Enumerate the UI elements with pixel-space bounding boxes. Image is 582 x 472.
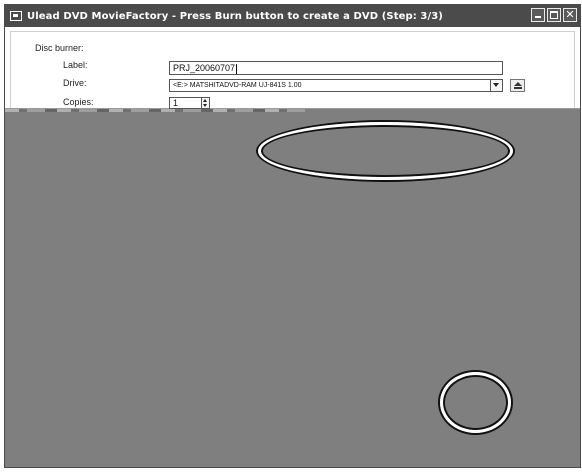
disc-burner-panel: Disc burner: Label: PRJ_20060707 Drive: … [5, 27, 580, 109]
spin-buttons[interactable] [201, 98, 209, 108]
window-controls: ✕ [531, 8, 577, 22]
minimize-icon[interactable] [531, 8, 545, 22]
window-title: Ulead DVD MovieFactory - Press Burn butt… [27, 10, 443, 22]
spin-down-icon[interactable] [203, 104, 207, 107]
dvd-app-icon [10, 11, 22, 21]
title-bar[interactable]: Ulead DVD MovieFactory - Press Burn butt… [5, 5, 580, 27]
drive-dropdown[interactable]: <E:> MATSHITADVD-RAM UJ-841S 1.00 [169, 79, 503, 92]
close-icon[interactable]: ✕ [563, 8, 577, 22]
spin-up-icon[interactable] [203, 99, 207, 102]
copies-value: 1 [173, 98, 179, 108]
text-caret [236, 63, 238, 74]
eject-icon[interactable] [510, 79, 525, 92]
highlight-ellipse-large [258, 122, 513, 180]
disc-label-input[interactable]: PRJ_20060707 [169, 61, 503, 75]
highlight-ellipse-small [440, 372, 511, 433]
copies-caption: Copies: [63, 97, 94, 107]
disc-label-value: PRJ_20060707 [173, 63, 236, 73]
drive-caption: Drive: [63, 78, 87, 88]
disc-burner-heading: Disc burner: [35, 43, 84, 53]
label-caption: Label: [63, 60, 88, 70]
drive-selected-value: <E:> MATSHITADVD-RAM UJ-841S 1.00 [173, 82, 302, 89]
clipped-row-remnant [5, 109, 305, 112]
chevron-down-icon[interactable] [490, 80, 502, 91]
copies-stepper[interactable]: 1 [169, 97, 210, 109]
maximize-icon[interactable] [547, 8, 561, 22]
